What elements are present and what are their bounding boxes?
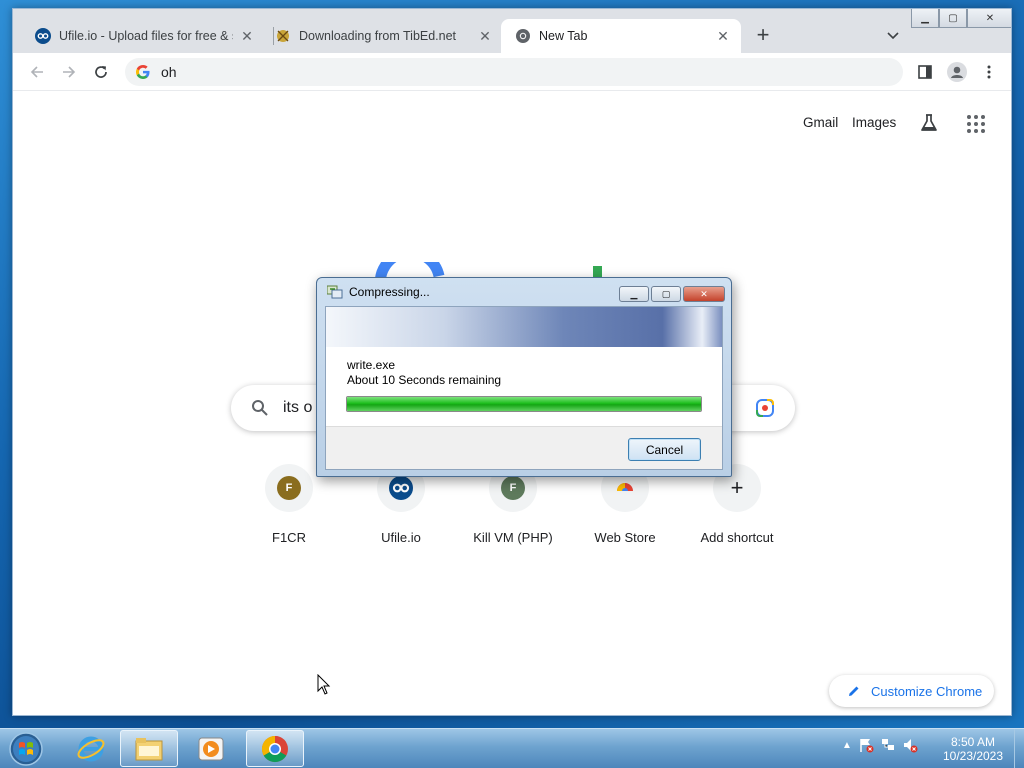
volume-muted-icon[interactable] bbox=[902, 737, 918, 753]
forward-arrow-icon bbox=[63, 66, 76, 78]
show-hidden-icons-icon[interactable]: ▲ bbox=[842, 740, 852, 751]
progress-bar bbox=[346, 396, 702, 412]
media-player-icon bbox=[198, 737, 224, 760]
current-file-name: write.exe bbox=[347, 358, 396, 372]
dialog-title: Compressing... bbox=[349, 285, 430, 299]
forward-button[interactable] bbox=[59, 62, 79, 82]
tab-close-icon[interactable]: ✕ bbox=[715, 28, 731, 44]
internet-explorer-icon bbox=[77, 736, 105, 761]
dialog-body: write.exe About 10 Seconds remaining Can… bbox=[325, 306, 723, 470]
back-button[interactable] bbox=[27, 62, 47, 82]
tab-title: New Tab bbox=[539, 29, 588, 43]
tab-title: Ufile.io - Upload files for free & s bbox=[59, 29, 233, 43]
tab-title: Downloading from TibEd.net bbox=[299, 29, 457, 43]
minimize-button[interactable]: ▁ bbox=[911, 9, 939, 28]
profile-button[interactable] bbox=[947, 62, 967, 82]
tab-close-icon[interactable]: ✕ bbox=[477, 28, 493, 44]
clock-date: 10/23/2023 bbox=[942, 749, 1004, 763]
system-tray: ▲ bbox=[842, 737, 918, 753]
images-link[interactable]: Images bbox=[852, 115, 896, 130]
show-desktop-button[interactable] bbox=[1014, 729, 1024, 768]
dialog-banner bbox=[326, 307, 722, 347]
tab-strip: Ufile.io - Upload files for free & s ✕ D… bbox=[13, 9, 1011, 53]
shortcut-tile: F bbox=[265, 464, 313, 512]
dialog-titlebar[interactable]: Compressing... ▁ ▢ ✕ bbox=[317, 278, 731, 306]
shortcut-label: Web Store bbox=[594, 530, 656, 545]
side-panel-icon bbox=[918, 65, 932, 79]
cancel-button[interactable]: Cancel bbox=[628, 438, 701, 461]
dialog-content: write.exe About 10 Seconds remaining bbox=[326, 347, 722, 427]
plus-icon: + bbox=[730, 475, 744, 500]
network-icon[interactable] bbox=[880, 737, 896, 753]
taskbar-internet-explorer[interactable] bbox=[62, 730, 120, 767]
system-clock[interactable]: 8:50 AM 10/23/2023 bbox=[940, 735, 1006, 763]
shortcut-letter-icon: F bbox=[277, 476, 301, 500]
chrome-icon bbox=[516, 29, 530, 43]
ufile-icon bbox=[35, 28, 51, 44]
reload-icon bbox=[95, 66, 107, 78]
tab-new-tab[interactable]: New Tab ✕ bbox=[501, 19, 741, 53]
shortcut-letter-icon: F bbox=[501, 476, 525, 500]
labs-flask-icon[interactable] bbox=[918, 112, 940, 134]
compressing-dialog: Compressing... ▁ ▢ ✕ write.exe About 10 … bbox=[316, 277, 732, 477]
folder-icon bbox=[135, 737, 163, 760]
google-lens-icon[interactable] bbox=[755, 398, 775, 418]
chrome-icon bbox=[261, 735, 288, 762]
chevron-down-icon[interactable] bbox=[885, 27, 901, 43]
customize-chrome-button[interactable]: Customize Chrome bbox=[829, 675, 994, 707]
pencil-icon bbox=[849, 686, 859, 696]
gmail-link[interactable]: Gmail bbox=[803, 115, 838, 130]
new-tab-button[interactable]: + bbox=[753, 24, 773, 46]
shortcut-label: Add shortcut bbox=[700, 530, 774, 545]
time-remaining: About 10 Seconds remaining bbox=[347, 373, 502, 387]
tibed-icon bbox=[277, 30, 289, 42]
shortcut-label: Ufile.io bbox=[381, 530, 421, 545]
back-arrow-icon bbox=[30, 66, 43, 78]
taskbar: ▲ 8:50 AM 10/23/2023 bbox=[0, 728, 1024, 768]
web-store-icon bbox=[617, 483, 633, 495]
search-icon bbox=[252, 400, 268, 416]
compress-app-icon bbox=[327, 285, 343, 299]
close-window-button[interactable]: ✕ bbox=[967, 9, 1011, 28]
shortcut-label: F1CR bbox=[272, 530, 306, 545]
tab-ufile[interactable]: Ufile.io - Upload files for free & s ✕ bbox=[21, 19, 265, 53]
kebab-menu-icon bbox=[987, 65, 991, 79]
menu-button[interactable] bbox=[979, 62, 999, 82]
mouse-cursor-icon bbox=[317, 674, 331, 695]
taskbar-media-player[interactable] bbox=[182, 730, 240, 767]
address-input[interactable] bbox=[161, 64, 761, 80]
browser-toolbar bbox=[13, 53, 1011, 91]
customize-chrome-label: Customize Chrome bbox=[871, 683, 983, 699]
dialog-maximize-button[interactable]: ▢ bbox=[651, 286, 681, 302]
taskbar-chrome[interactable] bbox=[246, 730, 304, 767]
ufile-icon bbox=[389, 476, 413, 500]
side-panel-button[interactable] bbox=[915, 62, 935, 82]
dialog-close-button[interactable]: ✕ bbox=[683, 286, 725, 302]
dialog-minimize-button[interactable]: ▁ bbox=[619, 286, 649, 302]
profile-avatar-icon bbox=[947, 62, 967, 82]
dialog-window-controls: ▁ ▢ ✕ bbox=[619, 286, 725, 302]
maximize-button[interactable]: ▢ bbox=[939, 9, 967, 28]
shortcut-label: Kill VM (PHP) bbox=[473, 530, 553, 545]
tab-tibed[interactable]: Downloading from TibEd.net ✕ bbox=[261, 19, 503, 53]
google-apps-icon[interactable] bbox=[966, 114, 986, 134]
taskbar-file-explorer[interactable] bbox=[120, 730, 178, 767]
reload-button[interactable] bbox=[91, 62, 111, 82]
progress-fill bbox=[347, 397, 701, 411]
tab-close-icon[interactable]: ✕ bbox=[239, 28, 255, 44]
google-g-icon bbox=[136, 65, 150, 79]
window-controls: ▁ ▢ ✕ bbox=[911, 9, 1011, 29]
action-center-flag-icon[interactable] bbox=[858, 737, 874, 753]
address-bar[interactable] bbox=[125, 58, 903, 86]
start-button[interactable] bbox=[6, 731, 46, 767]
clock-time: 8:50 AM bbox=[950, 735, 996, 749]
